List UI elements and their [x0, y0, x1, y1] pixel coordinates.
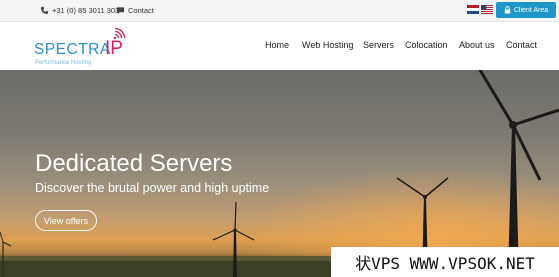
nav-contact[interactable]: Contact — [506, 40, 537, 50]
lock-icon — [504, 6, 511, 14]
logo-wordmark: SPECTRA — [34, 41, 111, 58]
logo-tagline: Performance Hosting — [35, 60, 92, 66]
nav-about-us[interactable]: About us — [459, 40, 495, 50]
hero-title: Dedicated Servers — [35, 150, 233, 177]
site-header: SPECTRA IP Performance Hosting Home Web … — [0, 22, 559, 70]
hero-banner: Dedicated Servers Discover the brutal po… — [0, 70, 559, 277]
contact-link[interactable]: Contact — [116, 4, 154, 16]
view-offers-button[interactable]: View offers — [35, 210, 97, 231]
logo[interactable]: SPECTRA IP Performance Hosting — [34, 27, 134, 67]
message-icon — [116, 6, 125, 14]
phone-number: +31 (0) 85 3011 303 — [52, 5, 120, 15]
phone-icon — [40, 6, 49, 14]
hero-subtitle: Discover the brutal power and high uptim… — [35, 181, 270, 195]
logo-ip: IP — [105, 38, 123, 59]
contact-label: Contact — [128, 5, 154, 15]
phone-link[interactable]: +31 (0) 85 3011 303 — [40, 4, 119, 16]
client-area-label: Client Area — [513, 6, 549, 14]
nav-colocation[interactable]: Colocation — [405, 40, 448, 50]
nav-home[interactable]: Home — [265, 40, 289, 50]
flag-us-icon[interactable] — [481, 5, 493, 14]
top-bar: +31 (0) 85 3011 303 Contact Client Area — [0, 0, 559, 22]
flag-nl-icon[interactable] — [467, 5, 479, 14]
client-area-button[interactable]: Client Area — [496, 2, 556, 18]
nav-servers[interactable]: Servers — [363, 40, 394, 50]
nav-web-hosting[interactable]: Web Hosting — [302, 40, 353, 50]
watermark: 状VPS WWW.VPSOK.NET — [331, 247, 559, 277]
